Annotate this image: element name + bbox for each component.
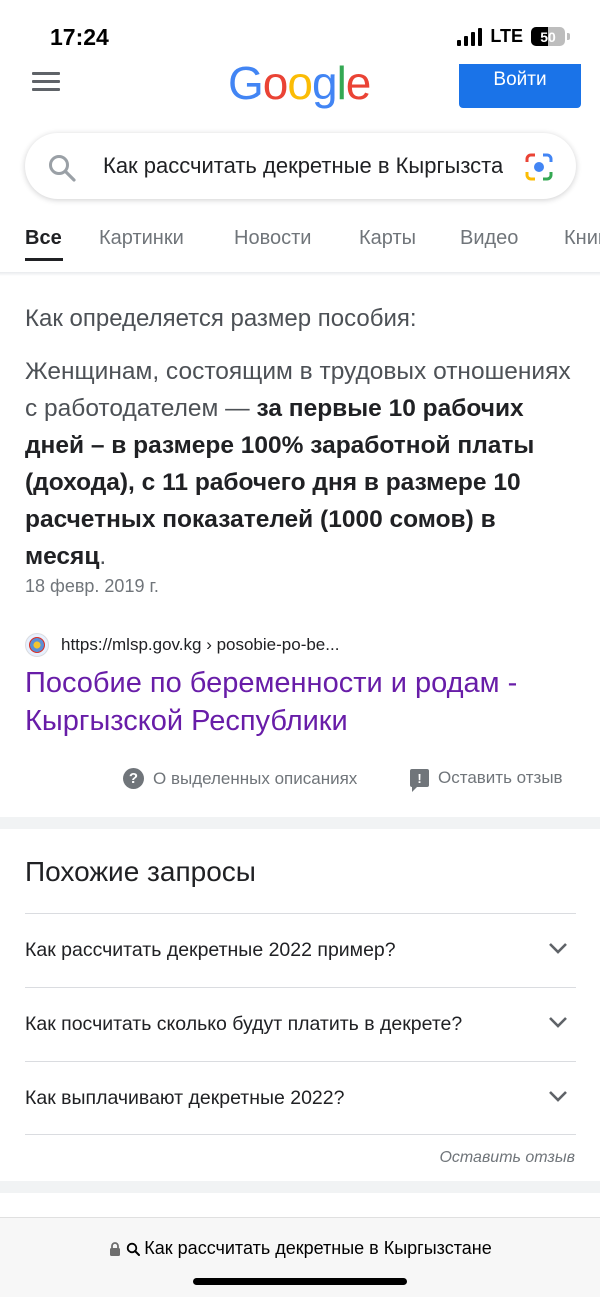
sign-in-button[interactable]: Войти — [459, 64, 581, 108]
logo-letter: o — [287, 64, 313, 109]
related-search-text: Как выплачивают декретные 2022? — [25, 1086, 345, 1109]
browser-bottom-bar: Как рассчитать декретные в Кыргызстане — [0, 1217, 600, 1297]
chevron-down-icon[interactable] — [548, 942, 568, 956]
search-icon[interactable] — [47, 153, 77, 183]
status-time: 17:24 — [50, 24, 109, 50]
snippet-feedback-link[interactable]: ! Оставить отзыв — [410, 768, 563, 792]
search-box[interactable]: Как рассчитать декретные в Кыргызстане — [25, 133, 576, 199]
google-header: Google Войти — [0, 64, 600, 114]
snippet-feedback-label: Оставить отзыв — [438, 768, 563, 787]
related-feedback-link[interactable]: Оставить отзыв — [439, 1149, 575, 1167]
logo-letter: o — [262, 64, 289, 109]
tab-news[interactable]: Новости — [234, 227, 311, 250]
battery-level: 50 — [540, 28, 556, 45]
snippet-footer: ? О выделенных описаниях ! Оставить отзы… — [0, 768, 600, 794]
section-divider — [0, 1181, 600, 1193]
google-lens-icon[interactable] — [524, 152, 554, 182]
related-search-text: Как рассчитать декретные 2022 пример? — [25, 939, 396, 961]
tab-maps[interactable]: Карты — [359, 227, 416, 250]
about-snippets-link[interactable]: ? О выделенных описаниях — [123, 768, 357, 789]
tab-images[interactable]: Картинки — [99, 227, 184, 250]
status-bar: 17:24 LTE 50 — [0, 0, 600, 64]
network-type: LTE — [490, 26, 523, 46]
tab-all[interactable]: Все — [25, 227, 62, 250]
battery-icon: 50 — [531, 27, 565, 46]
browser-address-bar[interactable]: Как рассчитать декретные в Кыргызстане — [0, 1238, 600, 1259]
tab-videos[interactable]: Видео — [460, 227, 518, 250]
about-snippets-label: О выделенных описаниях — [153, 768, 358, 788]
home-indicator[interactable] — [193, 1278, 407, 1285]
section-divider — [0, 817, 600, 829]
browser-url-text[interactable]: Как рассчитать декретные в Кыргызстане — [144, 1238, 491, 1259]
snippet-body: Женщинам, состоящим в трудовых отношения… — [25, 353, 575, 575]
related-search-text: Как посчитать сколько будут платить в де… — [25, 1013, 463, 1035]
snippet-body-end: . — [99, 543, 107, 570]
hamburger-menu-icon[interactable] — [32, 72, 60, 92]
site-favicon-icon — [25, 633, 49, 657]
chevron-down-icon[interactable] — [548, 1016, 568, 1030]
google-logo[interactable]: Google — [228, 64, 372, 110]
active-tab-indicator — [25, 258, 63, 261]
logo-letter: G — [228, 64, 264, 109]
search-input[interactable]: Как рассчитать декретные в Кыргызстане — [103, 153, 503, 179]
logo-letter: e — [345, 64, 372, 109]
lock-icon — [110, 1241, 121, 1256]
related-search-item[interactable]: Как посчитать сколько будут платить в де… — [25, 987, 576, 1061]
snippet-date: 18 февр. 2019 г. — [25, 576, 159, 596]
logo-letter: g — [311, 64, 338, 109]
battery-nub — [567, 33, 570, 40]
result-url[interactable]: https://mlsp.gov.kg › posobie-po-be... — [61, 635, 339, 655]
result-title-link[interactable]: Пособие по беременности и родам - Кыргыз… — [25, 664, 585, 740]
status-indicators: LTE 50 — [457, 26, 570, 47]
related-search-item[interactable]: Как выплачивают декретные 2022? — [25, 1061, 576, 1135]
help-icon: ? — [123, 768, 144, 789]
tab-books[interactable]: Книги — [564, 227, 600, 250]
logo-letter: l — [336, 64, 347, 109]
tabs-divider — [0, 272, 600, 276]
result-source[interactable]: https://mlsp.gov.kg › posobie-po-be... — [25, 632, 339, 658]
related-searches-title: Похожие запросы — [25, 856, 256, 887]
search-tabs: Все Картинки Новости Карты Видео Книги — [0, 222, 600, 272]
feedback-icon: ! — [410, 769, 429, 792]
cellular-signal-icon — [457, 27, 483, 46]
search-icon — [127, 1242, 141, 1256]
chevron-down-icon[interactable] — [548, 1090, 568, 1104]
related-searches-list: Как рассчитать декретные 2022 пример? Ка… — [25, 913, 576, 1135]
snippet-heading: Как определяется размер пособия: — [25, 305, 417, 332]
related-search-item[interactable]: Как рассчитать декретные 2022 пример? — [25, 913, 576, 987]
